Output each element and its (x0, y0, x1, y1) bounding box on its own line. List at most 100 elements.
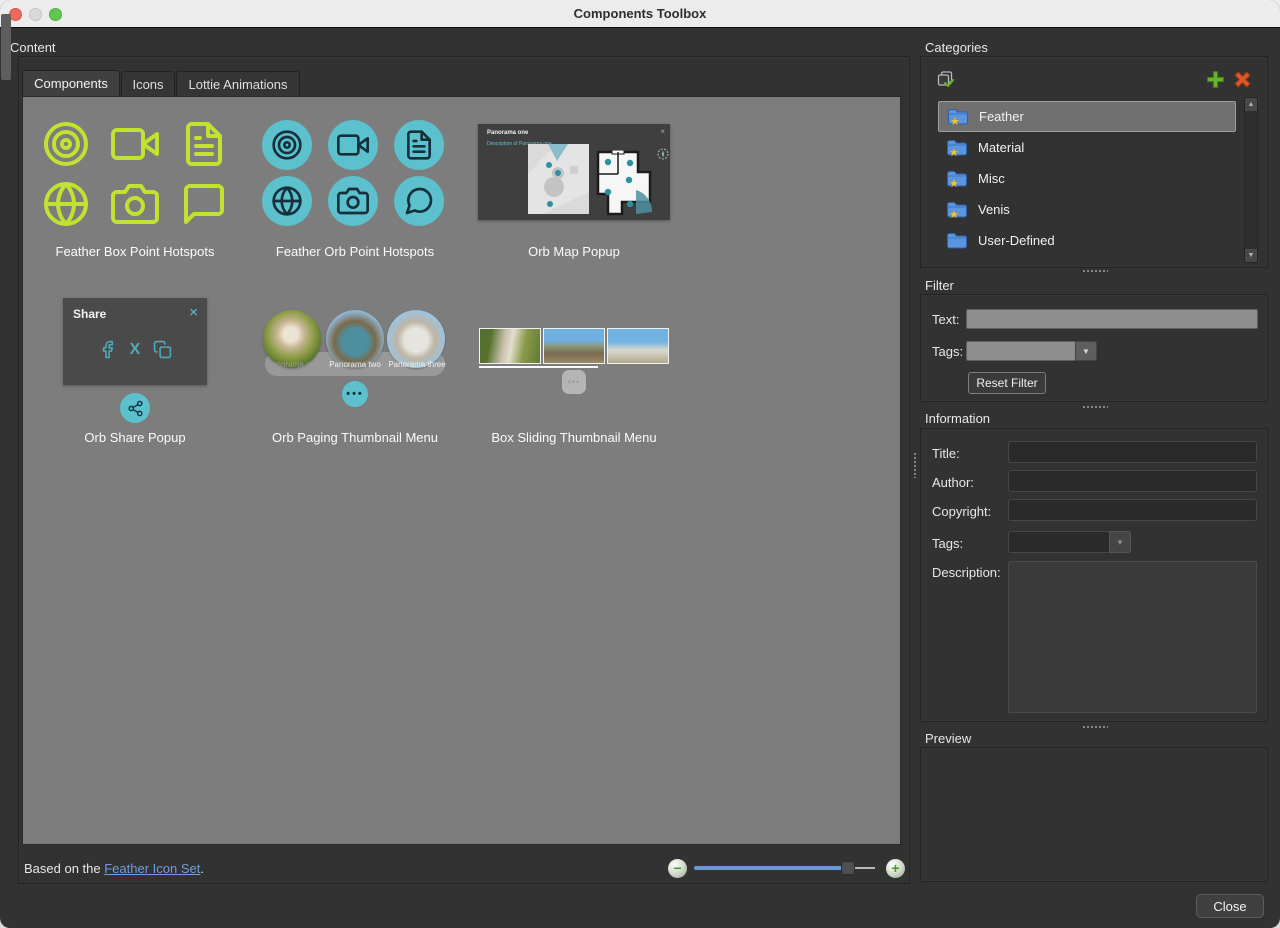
splitter-handle[interactable] (1082, 405, 1108, 409)
component-label: Box Sliding Thumbnail Menu (474, 430, 674, 445)
minus-icon: − (673, 861, 681, 875)
globe-icon (42, 180, 90, 228)
info-tags-label: Tags: (932, 536, 963, 551)
panel-splitter-handle[interactable] (913, 452, 917, 478)
slide-scrollbar[interactable] (479, 366, 598, 368)
components-toolbox-window: Components Toolbox Content Components Ic… (0, 0, 1280, 928)
share-orb-button (120, 393, 150, 423)
filter-tags-label: Tags: (932, 344, 963, 359)
info-description-textarea[interactable] (1008, 561, 1257, 713)
filter-text-label: Text: (932, 312, 959, 327)
info-copyright-input[interactable] (1008, 499, 1257, 521)
message-circle-icon (403, 185, 435, 217)
attribution-text: Based on the Feather Icon Set. (24, 861, 204, 876)
component-label: Orb Map Popup (474, 244, 674, 259)
orb-target (262, 120, 312, 170)
filter-tags-input[interactable] (966, 341, 1076, 361)
splitter-handle[interactable] (1082, 269, 1108, 273)
category-name: User-Defined (978, 233, 1055, 248)
file-text-icon (180, 120, 228, 168)
category-row-misc[interactable]: ★ Misc (938, 163, 1236, 194)
thumb-label-panorama-two: Panorama two (324, 360, 386, 369)
info-description-label: Description: (932, 565, 1001, 580)
component-feather-orb-point-hotspots[interactable] (262, 120, 444, 226)
slide-menu-button: ••• (562, 370, 586, 394)
copy-icon (153, 340, 172, 359)
filter-label: Filter (925, 278, 954, 293)
categories-scrollbar[interactable]: ▲ ▼ (1244, 97, 1258, 263)
filter-text-input[interactable] (966, 309, 1258, 329)
facebook-icon (98, 340, 117, 359)
info-tags-input[interactable] (1008, 531, 1110, 553)
x-icon: X (130, 340, 141, 359)
close-icon: × (660, 127, 665, 136)
info-title-input[interactable] (1008, 441, 1257, 463)
tab-lottie-animations[interactable]: Lottie Animations (176, 71, 300, 96)
window-title: Components Toolbox (0, 6, 1280, 21)
close-icon: × (189, 304, 198, 321)
ellipsis-icon: ••• (346, 388, 364, 400)
add-category-icon[interactable] (1206, 70, 1225, 89)
slide-thumb-three[interactable] (607, 328, 669, 364)
tab-icons[interactable]: Icons (121, 71, 175, 96)
splitter-handle[interactable] (1082, 725, 1108, 729)
info-author-input[interactable] (1008, 470, 1257, 492)
tab-icons-label: Icons (132, 77, 163, 92)
category-row-material[interactable]: ★ Material (938, 132, 1236, 163)
chevron-down-icon: ▼ (1082, 347, 1090, 356)
close-button[interactable]: Close (1196, 894, 1264, 918)
tab-components-label: Components (34, 76, 108, 91)
component-label: Orb Paging Thumbnail Menu (255, 430, 455, 445)
share-popup-title: Share (73, 307, 106, 321)
component-label: Feather Orb Point Hotspots (255, 244, 455, 259)
category-row-feather[interactable]: ★ Feather (938, 101, 1236, 132)
slide-thumb-one[interactable] (479, 328, 541, 364)
thumb-label-panorama-three: Panorama three (386, 360, 448, 369)
share-icons-row: X (63, 340, 207, 359)
categories-scrollbar-thumb[interactable] (1, 14, 11, 80)
tab-components[interactable]: Components (22, 70, 120, 96)
category-name: Misc (978, 171, 1005, 186)
scroll-up-icon[interactable]: ▲ (1245, 98, 1257, 111)
info-copyright-label: Copyright: (932, 504, 991, 519)
categories-label: Categories (925, 40, 988, 55)
filter-tags-dropdown-button[interactable]: ▼ (1075, 341, 1097, 361)
camera-icon (337, 185, 369, 217)
category-name: Feather (979, 109, 1024, 124)
zoom-out-button[interactable]: − (668, 859, 687, 878)
chevron-down-icon: ▼ (1116, 538, 1124, 547)
folder-star-icon: ★ (947, 108, 969, 125)
folder-star-icon: ★ (946, 170, 968, 187)
delete-category-icon[interactable] (1233, 70, 1252, 89)
zoom-slider-track[interactable] (694, 866, 848, 870)
zoom-in-button[interactable]: + (886, 859, 905, 878)
component-label: Orb Share Popup (35, 430, 235, 445)
plus-icon: + (891, 861, 899, 875)
category-row-venis[interactable]: ★ Venis (938, 194, 1236, 225)
camera-icon (111, 180, 159, 228)
folder-icon (946, 232, 968, 249)
category-row-user-defined[interactable]: User-Defined (938, 225, 1236, 256)
orb-video (328, 120, 378, 170)
target-icon (271, 129, 303, 161)
component-feather-box-point-hotspots[interactable] (42, 120, 228, 228)
info-tags-dropdown-button[interactable]: ▼ (1109, 531, 1131, 553)
floorplan-image-right (596, 150, 656, 216)
scroll-down-icon[interactable]: ▼ (1245, 249, 1257, 262)
information-label: Information (925, 411, 990, 426)
select-all-categories-icon[interactable] (937, 71, 954, 88)
floorplan-image-left (528, 144, 589, 214)
preview-groupbox (920, 747, 1268, 882)
orb-camera (328, 176, 378, 226)
zoom-slider-handle[interactable] (841, 861, 855, 875)
feather-icon-set-link[interactable]: Feather Icon Set (104, 861, 200, 876)
slide-thumb-two[interactable] (543, 328, 605, 364)
globe-icon (271, 185, 303, 217)
info-author-label: Author: (932, 475, 974, 490)
category-name: Venis (978, 202, 1010, 217)
component-orb-map-popup[interactable]: Panorama one Description of Panorama one… (478, 124, 670, 220)
reset-filter-button[interactable]: Reset Filter (968, 372, 1046, 394)
component-orb-share-popup[interactable]: Share × X (63, 298, 207, 385)
category-name: Material (978, 140, 1024, 155)
orb-message (394, 176, 444, 226)
